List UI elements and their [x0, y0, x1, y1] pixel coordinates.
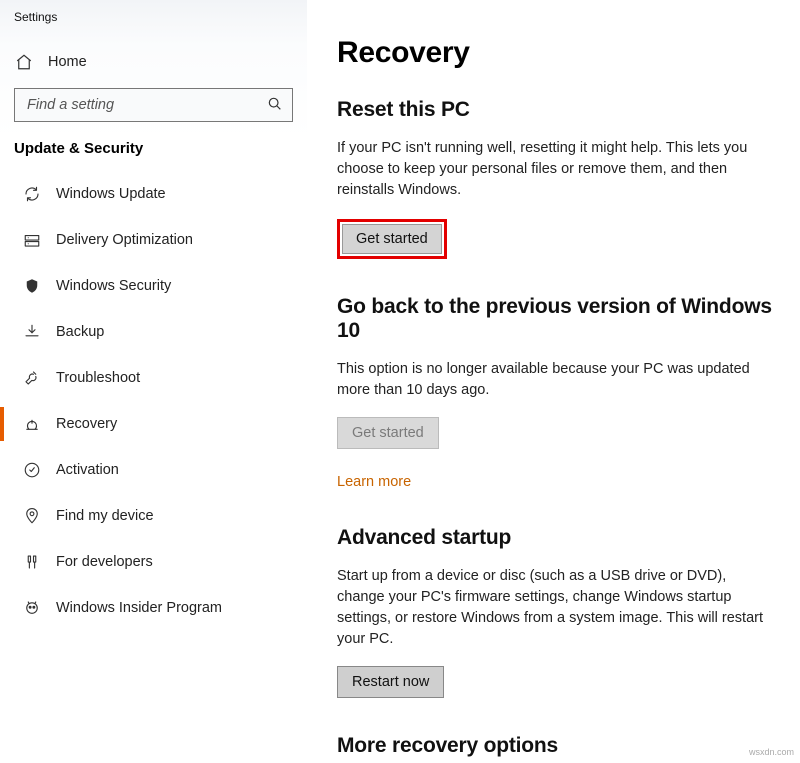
app-title: Settings [0, 0, 307, 32]
sidebar-item-delivery-optimization[interactable]: Delivery Optimization [0, 217, 307, 263]
search-input[interactable] [14, 88, 293, 122]
reset-button-highlight: Get started [337, 219, 447, 259]
goback-heading: Go back to the previous version of Windo… [337, 295, 774, 343]
goback-learn-more-link[interactable]: Learn more [337, 474, 411, 490]
watermark: wsxdn.com [749, 747, 794, 757]
backup-icon [22, 322, 42, 342]
section-goback: Go back to the previous version of Windo… [337, 295, 774, 490]
section-reset: Reset this PC If your PC isn't running w… [337, 98, 774, 259]
category-heading: Update & Security [0, 122, 307, 171]
main-content: Recovery Reset this PC If your PC isn't … [307, 0, 800, 763]
goback-desc: This option is no longer available becau… [337, 359, 774, 401]
sidebar-item-for-developers[interactable]: For developers [0, 539, 307, 585]
advanced-heading: Advanced startup [337, 526, 774, 550]
sidebar-item-recovery[interactable]: Recovery [0, 401, 307, 447]
nav-home-label: Home [48, 54, 87, 70]
reset-desc: If your PC isn't running well, resetting… [337, 138, 774, 201]
sidebar-item-label: Troubleshoot [56, 370, 140, 386]
sidebar-item-label: Windows Update [56, 186, 166, 202]
page-title: Recovery [337, 36, 774, 70]
for-developers-icon [22, 552, 42, 572]
sidebar-item-label: For developers [56, 554, 153, 570]
troubleshoot-icon [22, 368, 42, 388]
sidebar-item-find-my-device[interactable]: Find my device [0, 493, 307, 539]
sidebar-item-windows-security[interactable]: Windows Security [0, 263, 307, 309]
search-box[interactable] [14, 88, 293, 122]
recovery-icon [22, 414, 42, 434]
advanced-desc: Start up from a device or disc (such as … [337, 566, 774, 650]
reset-get-started-button[interactable]: Get started [342, 224, 442, 254]
windows-security-icon [22, 276, 42, 296]
delivery-optimization-icon [22, 230, 42, 250]
nav-home[interactable]: Home [0, 42, 307, 82]
search-icon [267, 96, 283, 112]
sidebar-item-label: Recovery [56, 416, 117, 432]
windows-update-icon [22, 184, 42, 204]
sidebar-item-windows-update[interactable]: Windows Update [0, 171, 307, 217]
sidebar-item-label: Activation [56, 462, 119, 478]
sidebar-item-label: Delivery Optimization [56, 232, 193, 248]
nav-list: Windows Update Delivery Optimization Windo… [0, 171, 307, 631]
section-more: More recovery options Learn how to start… [337, 734, 774, 763]
find-my-device-icon [22, 506, 42, 526]
sidebar: Settings Home Update & Security Windows … [0, 0, 307, 763]
home-icon [14, 52, 34, 72]
sidebar-item-troubleshoot[interactable]: Troubleshoot [0, 355, 307, 401]
reset-heading: Reset this PC [337, 98, 774, 122]
sidebar-item-backup[interactable]: Backup [0, 309, 307, 355]
activation-icon [22, 460, 42, 480]
more-heading: More recovery options [337, 734, 774, 758]
sidebar-item-label: Windows Security [56, 278, 171, 294]
sidebar-item-activation[interactable]: Activation [0, 447, 307, 493]
windows-insider-icon [22, 598, 42, 618]
goback-get-started-button: Get started [337, 417, 439, 449]
section-advanced: Advanced startup Start up from a device … [337, 526, 774, 698]
sidebar-item-windows-insider[interactable]: Windows Insider Program [0, 585, 307, 631]
sidebar-item-label: Backup [56, 324, 104, 340]
sidebar-item-label: Find my device [56, 508, 154, 524]
sidebar-item-label: Windows Insider Program [56, 600, 222, 616]
advanced-restart-button[interactable]: Restart now [337, 666, 444, 698]
